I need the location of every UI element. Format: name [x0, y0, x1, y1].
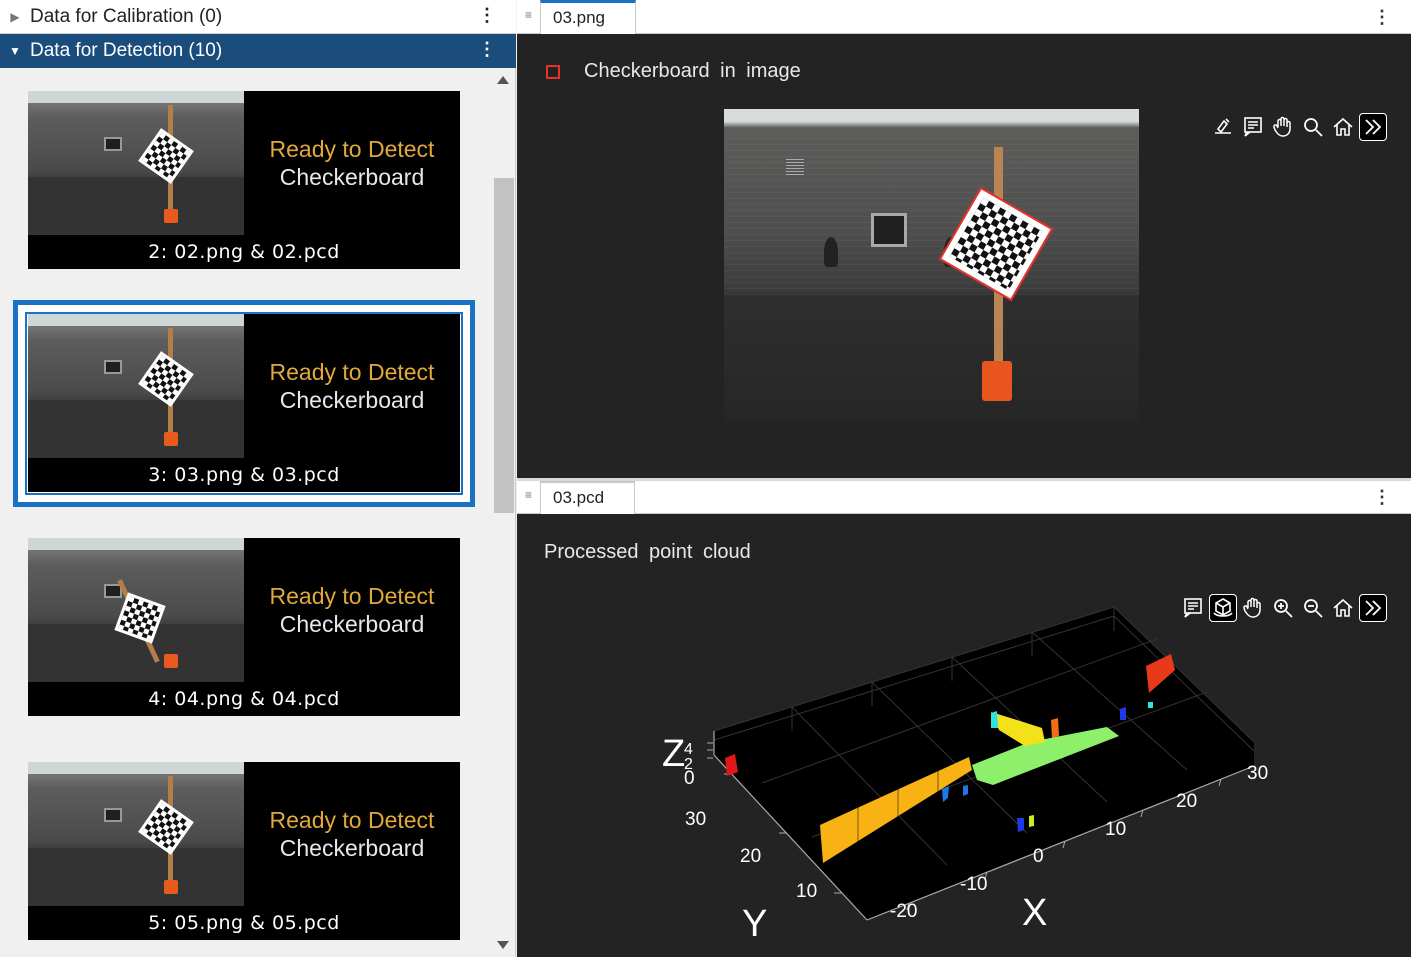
image-document-panel: ≡ 03.png ⋮ Checkerboard in image — [517, 0, 1411, 479]
datatip-icon[interactable] — [1179, 594, 1207, 622]
tab-image[interactable]: 03.png — [540, 0, 636, 34]
home-icon[interactable] — [1329, 113, 1357, 141]
status-line: Checkerboard — [279, 387, 425, 413]
collapse-arrow-icon[interactable]: ▼ — [0, 44, 30, 58]
thumbnail-item[interactable]: Ready to Detect Checkerboard 5: 05.png &… — [28, 762, 460, 940]
status-line: Checkerboard — [279, 611, 425, 637]
zoom-in-icon[interactable] — [1269, 594, 1297, 622]
tab-pointcloud[interactable]: 03.pcd — [540, 480, 636, 514]
pointcloud-axes-toolbar — [1179, 594, 1387, 622]
thumbnail-caption: 5: 05.png & 05.pcd — [148, 912, 340, 934]
pan-icon[interactable] — [1269, 113, 1297, 141]
more-options-icon[interactable]: ⋮ — [478, 40, 496, 58]
thumbnail-image — [28, 762, 244, 906]
y-axis-label: Y — [742, 903, 767, 945]
thumbnail-item[interactable]: Ready to Detect Checkerboard 2: 02.png &… — [28, 91, 460, 269]
y-tick-label: 20 — [740, 846, 761, 867]
pointcloud-tab-bar: ≡ 03.pcd ⋮ — [517, 480, 1411, 514]
thumbnail-status: Ready to Detect Checkerboard — [244, 135, 460, 191]
status-line: Ready to Detect — [269, 583, 435, 609]
calibration-section-label: Data for Calibration (0) — [30, 5, 223, 27]
pan-icon[interactable] — [1239, 594, 1267, 622]
more-options-icon[interactable]: ⋮ — [1373, 7, 1391, 28]
thumbnail-item[interactable]: Ready to Detect Checkerboard 4: 04.png &… — [28, 538, 460, 716]
more-icon[interactable] — [1359, 594, 1387, 622]
home-icon[interactable] — [1329, 594, 1357, 622]
zoom-out-icon[interactable] — [1299, 594, 1327, 622]
more-icon[interactable] — [1359, 113, 1387, 141]
detection-section-label: Data for Detection (10) — [30, 40, 223, 61]
y-tick-label: 10 — [796, 881, 817, 902]
x-tick-label: -20 — [890, 901, 917, 922]
pointcloud-title: Processed point cloud — [544, 541, 751, 563]
scrollbar-thumb[interactable] — [494, 178, 514, 513]
status-line: Ready to Detect — [269, 136, 435, 162]
more-options-icon[interactable]: ⋮ — [478, 6, 496, 24]
data-browser-panel: ▶ Data for Calibration (0) ⋮ ▼ Data for … — [0, 0, 516, 957]
scrollbar[interactable] — [493, 68, 515, 957]
thumbnail-caption: 4: 04.png & 04.pcd — [148, 688, 340, 710]
thumbnail-image — [28, 314, 244, 458]
z-axis-label: Z — [662, 733, 685, 775]
thumbnail-caption: 2: 02.png & 02.pcd — [148, 241, 340, 263]
image-axes-toolbar — [1209, 113, 1387, 141]
x-tick-label: 0 — [1033, 846, 1044, 867]
y-tick-label: 30 — [685, 809, 706, 830]
more-options-icon[interactable]: ⋮ — [1373, 487, 1391, 508]
thumbnail-status: Ready to Detect Checkerboard — [244, 806, 460, 862]
status-line: Checkerboard — [279, 164, 425, 190]
expand-arrow-icon[interactable]: ▶ — [0, 10, 30, 24]
calibration-section-header[interactable]: ▶ Data for Calibration (0) ⋮ — [0, 0, 516, 34]
image-tab-bar: ≡ 03.png ⋮ — [517, 0, 1411, 34]
scroll-down-arrow-icon[interactable] — [497, 941, 509, 949]
scroll-up-arrow-icon[interactable] — [497, 76, 509, 84]
edit-export-icon[interactable] — [1209, 113, 1237, 141]
drag-handle-icon[interactable]: ≡ — [525, 8, 532, 22]
checkerboard-legend-marker — [546, 65, 560, 79]
x-tick-label: -10 — [960, 874, 987, 895]
thumbnail-image — [28, 538, 244, 682]
panel-splitter[interactable] — [517, 478, 1411, 481]
x-tick-label: 10 — [1105, 819, 1126, 840]
thumbnail-item-selected[interactable]: Ready to Detect Checkerboard 3: 03.png &… — [28, 314, 460, 492]
drag-handle-icon[interactable]: ≡ — [525, 488, 532, 502]
status-line: Checkerboard — [279, 835, 425, 861]
pointcloud-document-panel: 30 20 10 -20 -10 0 10 20 30 0 2 4 Y X Z … — [517, 480, 1411, 957]
thumbnail-image — [28, 91, 244, 235]
datatip-icon[interactable] — [1239, 113, 1267, 141]
thumbnail-status: Ready to Detect Checkerboard — [244, 358, 460, 414]
z-tick-label: 4 — [684, 741, 693, 758]
thumbnail-list: Ready to Detect Checkerboard 2: 02.png &… — [0, 68, 493, 957]
rotate-3d-icon[interactable] — [1209, 594, 1237, 622]
status-line: Ready to Detect — [269, 359, 435, 385]
thumbnail-status: Ready to Detect Checkerboard — [244, 582, 460, 638]
camera-image[interactable] — [724, 109, 1139, 420]
thumbnail-caption: 3: 03.png & 03.pcd — [148, 464, 340, 486]
x-tick-label: 30 — [1247, 763, 1268, 784]
x-axis-label: X — [1022, 892, 1047, 934]
zoom-icon[interactable] — [1299, 113, 1327, 141]
status-line: Ready to Detect — [269, 807, 435, 833]
image-legend-label: Checkerboard in image — [584, 60, 801, 82]
x-tick-label: 20 — [1176, 791, 1197, 812]
z-tick-label: 2 — [684, 756, 693, 773]
detection-section-header[interactable]: ▼ Data for Detection (10) ⋮ — [0, 34, 516, 68]
